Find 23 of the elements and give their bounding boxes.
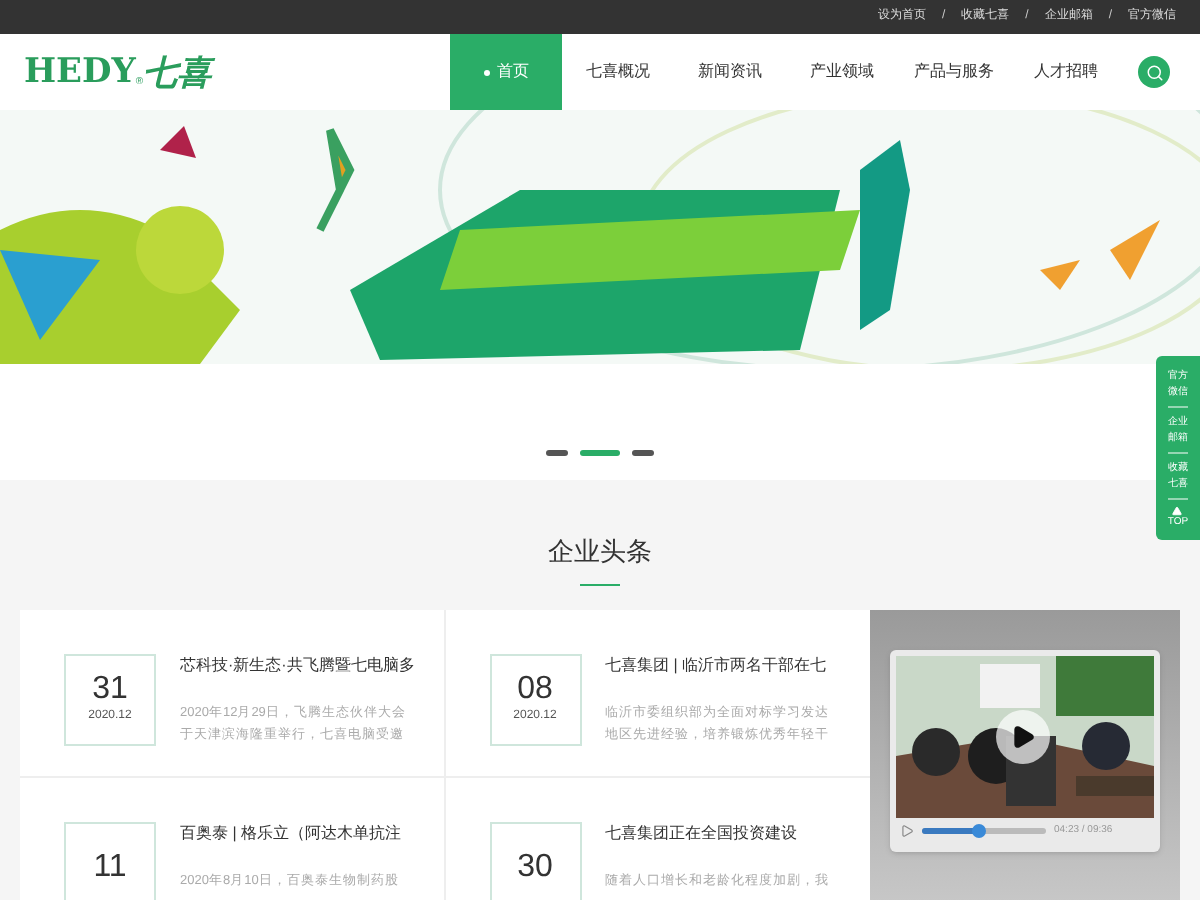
play-icon — [1010, 723, 1036, 749]
slide-indicator[interactable] — [546, 450, 568, 456]
play-icon[interactable] — [900, 824, 914, 838]
nav-item[interactable]: 产业领域 — [786, 34, 898, 110]
up-icon — [1172, 506, 1183, 516]
nav-item[interactable]: 人才招聘 — [1010, 34, 1122, 110]
slide-indicator[interactable] — [632, 450, 654, 456]
news-title[interactable]: 七喜集团正在全国投资建设 — [605, 821, 829, 845]
nav-item[interactable]: 新闻资讯 — [674, 34, 786, 110]
nav-item[interactable]: 产品与服务 — [898, 34, 1010, 110]
nav-item[interactable]: 七喜概况 — [562, 34, 674, 110]
news-title[interactable]: 七喜集团 | 临沂市两名干部在七 — [605, 653, 829, 677]
section-title: 企业头条 — [548, 534, 652, 570]
date-day: 31 — [92, 672, 128, 708]
news-title[interactable]: 芯科技·新生态·共飞腾暨七电脑多 — [180, 653, 415, 677]
progress-thumb[interactable] — [971, 824, 986, 838]
date-day: 30 — [517, 849, 553, 885]
search-icon — [1145, 63, 1163, 81]
news-title[interactable]: 百奥泰 | 格乐立（阿达木单抗注 — [180, 821, 402, 845]
search-button[interactable] — [1138, 56, 1170, 88]
play-button[interactable] — [996, 709, 1050, 763]
date-day: 11 — [93, 849, 127, 885]
date-day: 08 — [517, 672, 553, 708]
